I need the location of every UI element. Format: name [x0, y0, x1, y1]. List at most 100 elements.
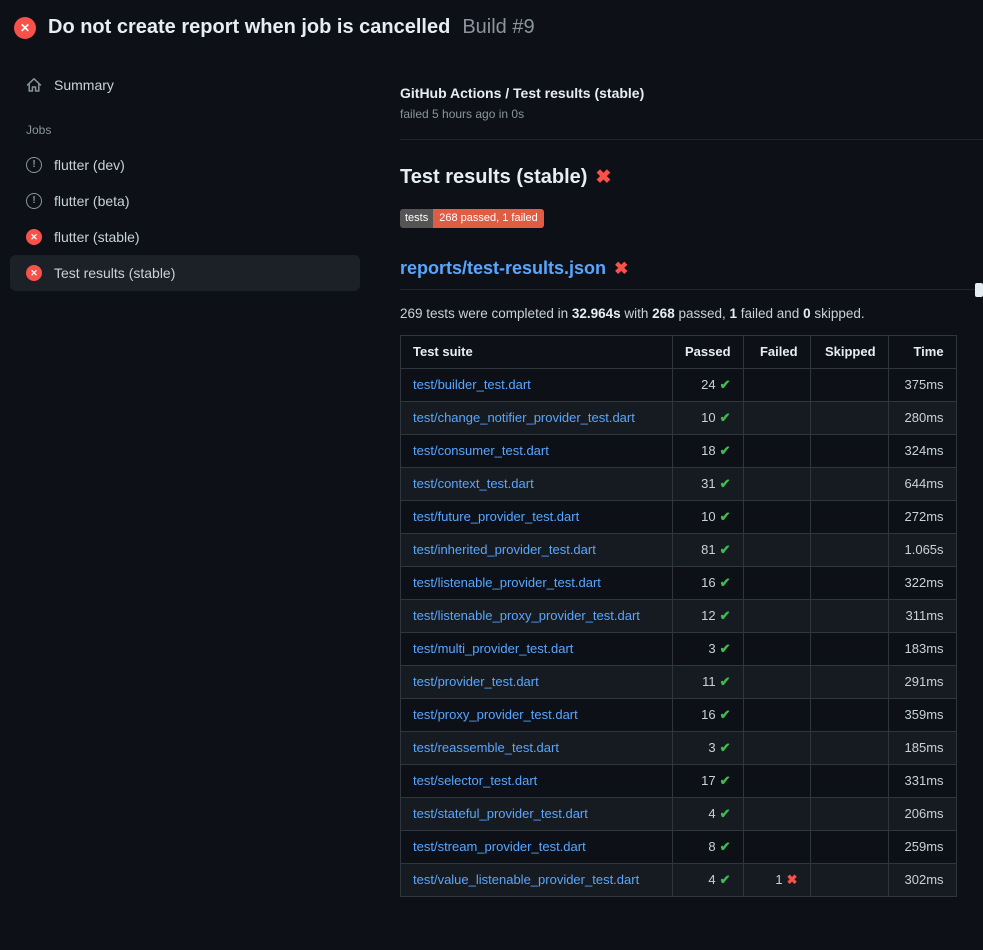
failed-cell: [743, 831, 810, 864]
suite-cell: test/consumer_test.dart: [401, 435, 673, 468]
failed-cell: [743, 798, 810, 831]
x-circle-fill-icon: ✕: [14, 17, 36, 39]
time-cell: 185ms: [888, 732, 956, 765]
passed-cell-value: 11: [702, 674, 716, 689]
check-icon: ✔: [720, 410, 731, 425]
sidebar-item-summary[interactable]: Summary: [10, 67, 360, 103]
run-meta: failed 5 hours ago in 0s: [400, 107, 983, 121]
suite-link[interactable]: test/provider_test.dart: [413, 674, 539, 689]
suite-cell: test/future_provider_test.dart: [401, 501, 673, 534]
table-row: test/builder_test.dart 24 ✔ 375ms: [401, 369, 957, 402]
column-header-test-suite: Test suite: [401, 336, 673, 369]
check-icon: ✔: [720, 674, 731, 689]
suite-link[interactable]: test/context_test.dart: [413, 476, 534, 491]
skipped-cell: [810, 732, 888, 765]
skipped-cell: [810, 765, 888, 798]
failed-cell: [743, 666, 810, 699]
table-row: test/provider_test.dart 11 ✔ 291ms: [401, 666, 957, 699]
results-table-head-row: Test suitePassedFailedSkippedTime: [401, 336, 957, 369]
table-row: test/future_provider_test.dart10✔272ms: [401, 501, 957, 534]
suite-link[interactable]: test/value_listenable_provider_test.dart: [413, 872, 639, 887]
report-link[interactable]: reports/test-results.json: [400, 258, 606, 279]
scrollbar-thumb[interactable]: [975, 283, 983, 297]
check-icon: ✔: [720, 773, 731, 788]
passed-cell: 3✔: [673, 633, 744, 666]
passed-cell: 18✔: [673, 435, 744, 468]
passed-cell: 24 ✔: [673, 369, 744, 402]
badge-label: tests: [400, 209, 433, 228]
sidebar-job-flutter-stable[interactable]: ✕flutter (stable): [10, 219, 360, 255]
suite-cell: test/inherited_provider_test.dart: [401, 534, 673, 567]
passed-cell-value: 4: [708, 806, 715, 821]
main-content: GitHub Actions / Test results (stable) f…: [370, 51, 983, 897]
passed-cell: 10✔: [673, 402, 744, 435]
suite-cell: test/change_notifier_provider_test.dart: [401, 402, 673, 435]
sidebar-job-flutter-beta[interactable]: !flutter (beta): [10, 183, 360, 219]
passed-cell-value: 18: [701, 443, 715, 458]
suite-cell: test/reassemble_test.dart: [401, 732, 673, 765]
failed-cell: [743, 600, 810, 633]
time-cell: 280ms: [888, 402, 956, 435]
skipped-cell: [810, 666, 888, 699]
failed-cell-value: 1: [775, 872, 782, 887]
check-icon: ✔: [720, 575, 731, 590]
suite-cell: test/selector_test.dart: [401, 765, 673, 798]
table-row: test/proxy_provider_test.dart16✔359ms: [401, 699, 957, 732]
summary-failed-count: 1: [730, 306, 738, 321]
suite-link[interactable]: test/selector_test.dart: [413, 773, 537, 788]
check-icon: ✔: [720, 707, 731, 722]
skipped-cell: [810, 798, 888, 831]
passed-cell: 4✔: [673, 798, 744, 831]
suite-link[interactable]: test/future_provider_test.dart: [413, 509, 579, 524]
passed-cell-value: 3: [708, 740, 715, 755]
home-icon: [26, 77, 42, 93]
passed-cell: 81✔: [673, 534, 744, 567]
passed-cell-value: 8: [708, 839, 715, 854]
summary-text: skipped.: [811, 306, 865, 321]
failed-cell: [743, 435, 810, 468]
suite-link[interactable]: test/listenable_proxy_provider_test.dart: [413, 608, 640, 623]
table-row: test/selector_test.dart17✔331ms: [401, 765, 957, 798]
suite-link[interactable]: test/multi_provider_test.dart: [413, 641, 573, 656]
summary-passed-count: 268: [652, 306, 675, 321]
time-cell: 375ms: [888, 369, 956, 402]
suite-link[interactable]: test/change_notifier_provider_test.dart: [413, 410, 635, 425]
passed-cell: 31✔: [673, 468, 744, 501]
page-layout: Summary Jobs !flutter (dev)!flutter (bet…: [0, 51, 983, 897]
suite-link[interactable]: test/stateful_provider_test.dart: [413, 806, 588, 821]
suite-link[interactable]: test/proxy_provider_test.dart: [413, 707, 578, 722]
column-header-failed: Failed: [743, 336, 810, 369]
sidebar-job-test-results-stable[interactable]: ✕Test results (stable): [10, 255, 360, 291]
jobs-list: !flutter (dev)!flutter (beta)✕flutter (s…: [0, 147, 370, 291]
time-cell: 183ms: [888, 633, 956, 666]
run-header: ✕ Do not create report when job is cance…: [0, 0, 983, 51]
suite-link[interactable]: test/stream_provider_test.dart: [413, 839, 586, 854]
passed-cell-value: 24: [701, 377, 715, 392]
passed-cell-value: 31: [701, 476, 715, 491]
summary-duration: 32.964s: [572, 306, 621, 321]
failed-cell: [743, 534, 810, 567]
suite-link[interactable]: test/inherited_provider_test.dart: [413, 542, 596, 557]
table-row: test/value_listenable_provider_test.dart…: [401, 864, 957, 897]
suite-cell: test/proxy_provider_test.dart: [401, 699, 673, 732]
time-cell: 302ms: [888, 864, 956, 897]
failed-cell: [743, 699, 810, 732]
suite-link[interactable]: test/builder_test.dart: [413, 377, 531, 392]
results-table: Test suitePassedFailedSkippedTime test/b…: [400, 335, 957, 897]
breadcrumb: GitHub Actions / Test results (stable): [400, 85, 983, 101]
suite-link[interactable]: test/consumer_test.dart: [413, 443, 549, 458]
sidebar-summary-label: Summary: [54, 77, 114, 93]
time-cell: 324ms: [888, 435, 956, 468]
check-icon: ✔: [720, 377, 731, 392]
time-cell: 291ms: [888, 666, 956, 699]
failed-cell: [743, 369, 810, 402]
suite-link[interactable]: test/listenable_provider_test.dart: [413, 575, 601, 590]
skipped-cell: [810, 534, 888, 567]
skipped-cell: [810, 864, 888, 897]
table-row: test/stateful_provider_test.dart4✔206ms: [401, 798, 957, 831]
build-number: Build #9: [462, 16, 534, 39]
suite-link[interactable]: test/reassemble_test.dart: [413, 740, 559, 755]
time-cell: 331ms: [888, 765, 956, 798]
run-title: Do not create report when job is cancell…: [48, 16, 450, 39]
sidebar-job-flutter-dev[interactable]: !flutter (dev): [10, 147, 360, 183]
